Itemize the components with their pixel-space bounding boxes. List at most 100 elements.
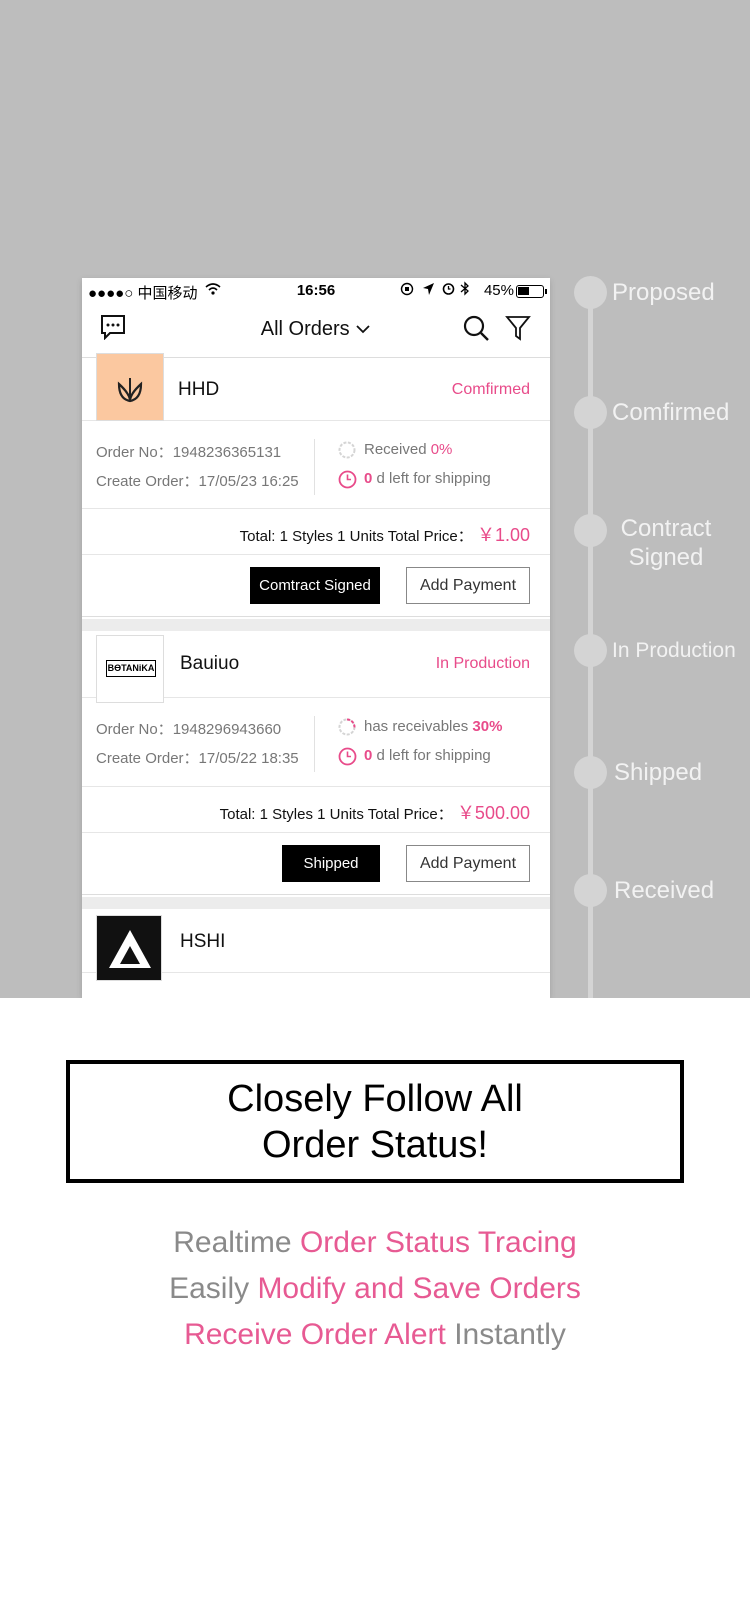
feature-list: Realtime Order Status Tracing Easily Mod…: [0, 1220, 750, 1358]
shop-logo-text: BƟTANiKA: [106, 660, 156, 677]
order-card-header: HSHI: [82, 909, 550, 981]
page-title: All Orders: [260, 318, 350, 340]
feature-highlight: Order Status Tracing: [299, 1226, 577, 1259]
feature-highlight: Receive Order Alert: [184, 1318, 446, 1351]
payment-label: has receivables: [364, 718, 469, 735]
order-number-row: Order No：1948236365131: [96, 441, 281, 462]
feature-line-1: Realtime Order Status Tracing: [0, 1220, 750, 1266]
location-icon: [422, 282, 435, 300]
search-icon[interactable]: [462, 314, 490, 342]
feature-highlight: Modify and Save Orders: [257, 1272, 581, 1305]
navigation-bar: All Orders: [82, 306, 550, 358]
total-price: ￥500.00: [456, 803, 530, 823]
create-date-label: Create Order：: [96, 750, 199, 767]
timeline-label-contract-signed: Contract Signed: [620, 515, 712, 571]
progress-ring-icon: [338, 441, 356, 459]
create-date-row: Create Order：17/05/22 18:35: [96, 747, 299, 768]
timeline-label-in-production: In Production: [612, 639, 736, 662]
shipped-button[interactable]: Shipped: [282, 845, 380, 882]
timeline-dot: [574, 276, 607, 309]
shop-logo-triangle-icon: [96, 915, 162, 981]
feature-text: Instantly: [445, 1318, 566, 1351]
order-card[interactable]: HHD Comfirmed Order No：1948236365131 Cre…: [82, 353, 550, 619]
chevron-down-icon: [355, 318, 371, 340]
status-time: 16:56: [296, 282, 336, 299]
days-left: 0: [364, 747, 373, 764]
order-actions: Shipped Add Payment: [82, 833, 550, 895]
clock-icon: [338, 470, 357, 489]
divider: [314, 439, 315, 495]
create-date-row: Create Order：17/05/23 16:25: [96, 470, 299, 491]
clock-icon: [338, 747, 357, 766]
order-status: Comfirmed: [451, 381, 530, 398]
timeline-dot: [574, 756, 607, 789]
timeline-label-received: Received: [614, 877, 715, 904]
order-info: Order No：1948236365131 Create Order：17/0…: [82, 421, 550, 509]
create-date-label: Create Order：: [96, 473, 199, 490]
total-label: Total: 1 Styles 1 Units Total Price：: [239, 528, 473, 545]
headline: Closely Follow All Order Status!: [70, 1076, 680, 1168]
days-left: 0: [364, 470, 373, 487]
order-card[interactable]: BƟTANiKA Bauiuo In Production Order No：1…: [82, 631, 550, 895]
phone-screen: ●●●●○ 中国移动 16:56 45% All Orders HHD Comf…: [82, 278, 550, 998]
order-status: In Production: [435, 655, 530, 672]
timeline-label-proposed: Proposed: [612, 279, 715, 306]
add-payment-button[interactable]: Add Payment: [406, 567, 530, 604]
order-card[interactable]: HSHI: [82, 909, 550, 998]
total-price: ￥1.00: [476, 525, 530, 545]
order-card-header: HHD Comfirmed: [82, 353, 550, 421]
order-actions: Comtract Signed Add Payment: [82, 555, 550, 617]
create-date: 17/05/22 18:35: [198, 750, 299, 767]
days-left-label: d left for shipping: [376, 747, 491, 764]
timeline-dot: [574, 634, 607, 667]
order-total: Total: 1 Styles 1 Units Total Price： ￥1.…: [82, 509, 550, 555]
timeline-label-shipped: Shipped: [614, 759, 703, 786]
alarm-icon: [441, 281, 456, 300]
progress-ring-icon: [338, 718, 356, 736]
payment-progress: has receivables 30%: [338, 718, 503, 736]
timeline-label-comfirmed: Comfirmed: [612, 399, 730, 426]
card-separator: [82, 897, 550, 909]
order-total-text: Total: 1 Styles 1 Units Total Price： ￥50…: [220, 799, 530, 825]
feature-text: Realtime: [173, 1226, 300, 1259]
headline-box: Closely Follow All Order Status!: [66, 1060, 684, 1183]
payment-label: Received: [364, 441, 427, 458]
days-left-label: d left for shipping: [376, 470, 491, 487]
lock-rotation-icon: [400, 282, 414, 300]
shop-name: HHD: [178, 379, 220, 400]
card-separator: [82, 619, 550, 631]
order-total: Total: 1 Styles 1 Units Total Price： ￥50…: [82, 787, 550, 833]
add-payment-button[interactable]: Add Payment: [406, 845, 530, 882]
payment-percent: 0%: [430, 441, 453, 458]
filter-icon[interactable]: [504, 314, 532, 342]
create-date: 17/05/23 16:25: [198, 473, 299, 490]
order-number: 1948296943660: [172, 721, 282, 738]
shipping-countdown: 0 d left for shipping: [338, 747, 491, 766]
payment-percent: 30%: [472, 718, 503, 735]
order-number: 1948236365131: [172, 444, 282, 461]
contract-signed-button[interactable]: Comtract Signed: [250, 567, 380, 604]
order-total-text: Total: 1 Styles 1 Units Total Price： ￥1.…: [240, 521, 530, 547]
battery-percent: 45%: [483, 282, 514, 299]
order-card-header: BƟTANiKA Bauiuo In Production: [82, 631, 550, 703]
shipping-countdown: 0 d left for shipping: [338, 470, 491, 489]
feature-line-3: Receive Order Alert Instantly: [0, 1312, 750, 1358]
payment-progress: Received 0%: [338, 441, 453, 459]
battery-icon: [516, 285, 547, 298]
timeline-dot: [574, 874, 607, 907]
feature-text: Easily: [169, 1272, 258, 1305]
timeline-dot: [574, 396, 607, 429]
status-bar: ●●●●○ 中国移动 16:56 45%: [82, 278, 550, 306]
shop-logo: BƟTANiKA: [96, 635, 164, 703]
shop-name: Bauiuo: [180, 653, 240, 674]
bluetooth-icon: [460, 281, 470, 300]
shop-logo-leaf-icon: [96, 353, 164, 421]
order-info: Order No：1948296943660 Create Order：17/0…: [82, 698, 550, 787]
total-label: Total: 1 Styles 1 Units Total Price：: [219, 806, 453, 823]
headline-line-1: Closely Follow All: [227, 1078, 523, 1120]
order-number-label: Order No：: [96, 721, 173, 738]
timeline-dot: [574, 514, 607, 547]
order-number-label: Order No：: [96, 444, 173, 461]
shop-name: HSHI: [180, 931, 226, 952]
feature-line-2: Easily Modify and Save Orders: [0, 1266, 750, 1312]
